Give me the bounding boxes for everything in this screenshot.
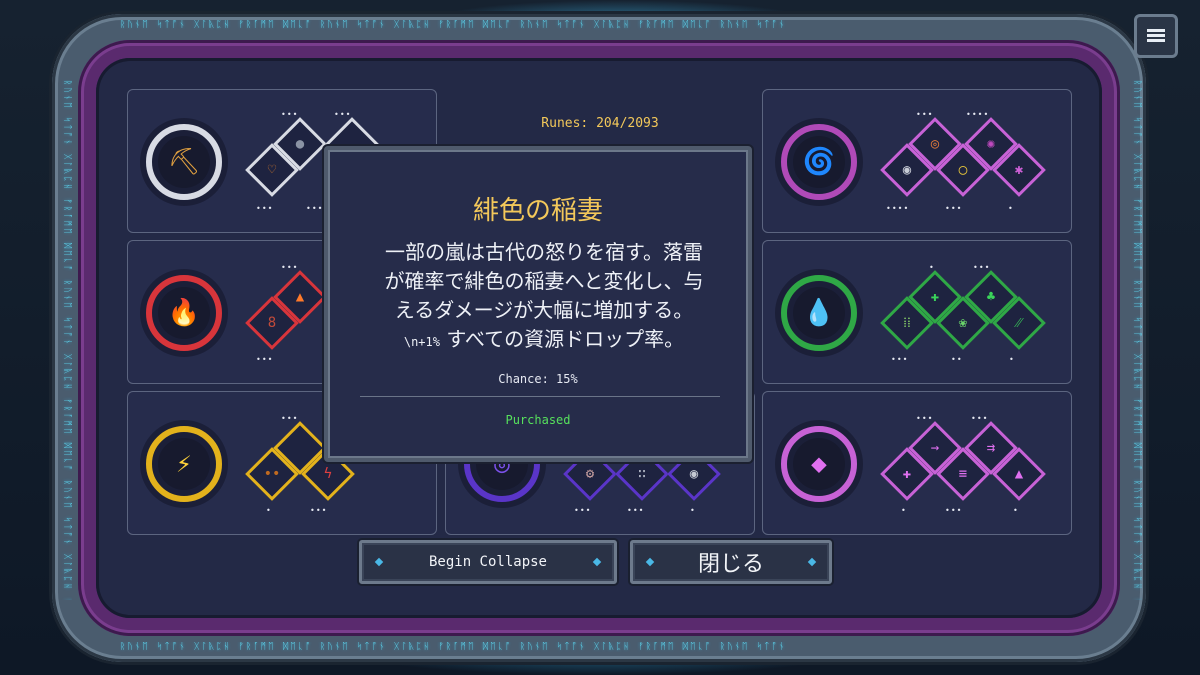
tree-medallion[interactable]: 🔥 — [140, 269, 228, 357]
skill-level-dots: ••• — [281, 414, 299, 423]
gem-icon — [374, 557, 384, 567]
tooltip-status: Purchased — [505, 413, 571, 427]
frame-runes: ᚱᚢᚾᛖ ᛋᛏᚩᚾ ᚷᛚᚣᛈᚺ ᚠᚱᚪᛗᛖ ᛞᛖᚳᚩ ᚱᚢᚾᛖ ᛋᛏᚩᚾ ᚷᛚᚣ… — [62, 80, 72, 600]
menu-button[interactable] — [1134, 14, 1178, 58]
crystal-shard-icon: ◆ — [793, 438, 845, 490]
tooltip-description-line: えるダメージが大幅に増加する。 — [394, 298, 694, 322]
frame-runes: ᚱᚢᚾᛖ ᛋᛏᚩᚾ ᚷᛚᚣᛈᚺ ᚠᚱᚪᛗᛖ ᛞᛖᚳᚩ ᚱᚢᚾᛖ ᛋᛏᚩᚾ ᚷᛚᚣ… — [120, 642, 787, 652]
close-label: 閉じる — [697, 552, 764, 577]
tooltip-description: 一部の嵐は古代の怒りを宿す。落雷 が確率で緋色の稲妻へと変化し、与 えるダメージ… — [364, 238, 724, 357]
frame-runes: ᚱᚢᚾᛖ ᛋᛏᚩᚾ ᚷᛚᚣᛈᚺ ᚠᚱᚪᛗᛖ ᛞᛖᚳᚩ ᚱᚢᚾᛖ ᛋᛏᚩᚾ ᚷᛚᚣ… — [1132, 80, 1142, 600]
skill-level-dots: • — [1009, 355, 1015, 364]
skill-level-dots: ••• — [891, 355, 909, 364]
skill-tree-card-arcane: ◆ ✚ → ≡ ⇉ ▲ ••• ••• • ••• • — [762, 391, 1072, 535]
tree-medallion[interactable]: 💧 — [775, 269, 863, 357]
gem-icon — [807, 557, 817, 567]
gem-icon — [645, 557, 655, 567]
skill-level-dots: ••• — [310, 506, 328, 515]
skill-level-dots: • — [266, 506, 272, 515]
skill-level-dots: •••• — [886, 204, 910, 213]
lightning-bolt-icon: ⚡ — [158, 438, 210, 490]
skill-level-dots: ••• — [945, 204, 963, 213]
skill-level-dots: •••• — [966, 110, 990, 119]
skill-level-dots: ••• — [971, 414, 989, 423]
skill-level-dots: • — [901, 506, 907, 515]
tooltip-bonus-text: すべての資源ドロップ率。 — [439, 327, 685, 351]
tooltip-chance: Chance: 15% — [498, 372, 578, 386]
gem-icon — [592, 557, 602, 567]
hamburger-menu-icon — [1147, 29, 1165, 43]
tooltip-bonus-line: \n+1% すべての資源ドロップ率。 — [364, 325, 724, 357]
skill-level-dots: ••• — [574, 506, 592, 515]
tooltip-title: 緋色の稲妻 — [472, 196, 603, 226]
begin-collapse-button[interactable]: Begin Collapse — [359, 540, 617, 584]
skill-level-dots: • — [1008, 204, 1014, 213]
tree-medallion[interactable]: 🌀 — [775, 118, 863, 206]
tooltip-description-line: 一部の嵐は古代の怒りを宿す。落雷 — [385, 240, 703, 264]
skill-level-dots: • — [690, 506, 696, 515]
vortex-icon: 🌀 — [793, 136, 845, 188]
skill-level-dots: ••• — [256, 204, 274, 213]
runes-counter: Runes: 204/2093 — [541, 116, 659, 131]
skill-level-dots: ••• — [916, 110, 934, 119]
skill-level-dots: ••• — [916, 414, 934, 423]
skill-level-dots: ••• — [281, 263, 299, 272]
skill-level-dots: •• — [951, 355, 963, 364]
tooltip-bonus-prefix: \n+1% — [403, 335, 440, 349]
frame-runes: ᚱᚢᚾᛖ ᛋᛏᚩᚾ ᚷᛚᚣᛈᚺ ᚠᚱᚪᛗᛖ ᛞᛖᚳᚩ ᚱᚢᚾᛖ ᛋᛏᚩᚾ ᚷᛚᚣ… — [120, 20, 787, 30]
droplet-icon: 💧 — [793, 287, 845, 339]
skill-tree-card-nature: 💧 ⁞⁞ ✚ ❀ ♣ ⁄⁄ • ••• ••• •• • — [762, 240, 1072, 384]
tooltip-divider — [360, 396, 720, 397]
tooltip-description-line: が確率で緋色の稲妻へと変化し、与 — [384, 269, 704, 293]
flame-icon: 🔥 — [158, 287, 210, 339]
skill-level-dots: • — [1013, 506, 1019, 515]
skill-level-dots: ••• — [306, 204, 324, 213]
skill-level-dots: ••• — [945, 506, 963, 515]
tree-medallion[interactable]: ◆ — [775, 420, 863, 508]
skill-level-dots: ••• — [281, 110, 299, 119]
tree-medallion[interactable]: ⚡ — [140, 420, 228, 508]
tree-medallion[interactable]: ⛏ — [140, 118, 228, 206]
skill-level-dots: ••• — [973, 263, 991, 272]
begin-collapse-label: Begin Collapse — [428, 554, 547, 570]
skill-level-dots: • — [929, 263, 935, 272]
skill-level-dots: ••• — [334, 110, 352, 119]
pickaxe-icon: ⛏ — [158, 136, 210, 188]
skill-level-dots: ••• — [256, 355, 274, 364]
skill-level-dots: ••• — [627, 506, 645, 515]
skill-tooltip: 緋色の稲妻 一部の嵐は古代の怒りを宿す。落雷 が確率で緋色の稲妻へと変化し、与 … — [324, 146, 752, 462]
skill-tree-card-void: 🌀 ◉ ◎ ◯ ✺ ✱ ••• •••• •••• ••• • — [762, 89, 1072, 233]
close-button[interactable]: 閉じる — [630, 540, 832, 584]
